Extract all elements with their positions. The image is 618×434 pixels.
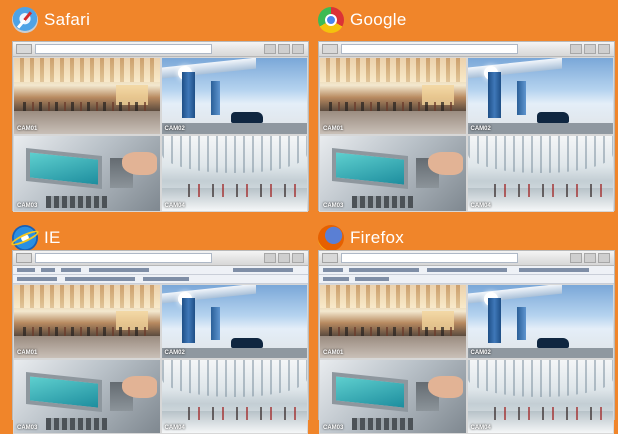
camera-feed-1[interactable]: CAM01 (14, 58, 160, 134)
browser-name: IE (44, 228, 61, 247)
camera-feed-1[interactable]: CAM01 (320, 285, 466, 358)
safari-header: Safari (12, 6, 90, 34)
camera-label: CAM04 (470, 203, 491, 209)
address-bar[interactable] (35, 44, 212, 54)
maximize-icon[interactable] (278, 253, 290, 263)
camera-grid: CAM01 CAM02 CAM03 CAM04 (13, 284, 308, 434)
firefox-quadrant: Firefox CAM01 CAM02 CAM03 CAM04 (318, 224, 615, 434)
window-controls (264, 253, 304, 263)
minimize-icon[interactable] (570, 44, 582, 54)
camera-label: CAM02 (470, 125, 491, 132)
browser-window: CAM01 CAM02 CAM03 CAM04 (318, 41, 615, 212)
camera-label: CAM04 (164, 425, 185, 431)
camera-label: CAM01 (17, 350, 38, 356)
browser-name: Google (350, 10, 407, 29)
toolbar (319, 251, 614, 266)
nav-buttons-icon[interactable] (322, 253, 338, 263)
maximize-icon[interactable] (584, 253, 596, 263)
camera-label: CAM02 (164, 125, 185, 132)
close-icon[interactable] (598, 253, 610, 263)
bookmarks-bar (319, 275, 614, 284)
close-icon[interactable] (292, 253, 304, 263)
camera-label: CAM03 (323, 425, 344, 431)
camera-label: CAM01 (323, 125, 344, 132)
firefox-logo-icon (318, 225, 344, 251)
maximize-icon[interactable] (584, 44, 596, 54)
menu-bar (13, 266, 308, 275)
address-bar[interactable] (35, 253, 212, 263)
maximize-icon[interactable] (278, 44, 290, 54)
nav-buttons-icon[interactable] (16, 253, 32, 263)
browser-name: Firefox (350, 228, 405, 247)
camera-label: CAM02 (470, 350, 491, 356)
camera-label: CAM01 (323, 350, 344, 356)
ie-logo-icon (12, 225, 38, 251)
nav-buttons-icon[interactable] (322, 44, 338, 54)
camera-feed-3[interactable]: CAM03 (14, 360, 160, 433)
camera-label: CAM04 (470, 425, 491, 431)
window-controls (570, 44, 610, 54)
bookmarks-bar (13, 275, 308, 284)
chrome-logo-icon (318, 7, 344, 33)
address-bar[interactable] (341, 253, 518, 263)
minimize-icon[interactable] (264, 253, 276, 263)
camera-label: CAM01 (17, 125, 38, 132)
camera-feed-4[interactable]: CAM04 (161, 135, 307, 211)
address-bar[interactable] (341, 44, 518, 54)
camera-feed-4[interactable]: CAM04 (467, 360, 613, 433)
close-icon[interactable] (292, 44, 304, 54)
camera-feed-2[interactable]: CAM02 (161, 285, 307, 358)
minimize-icon[interactable] (264, 44, 276, 54)
browser-window: CAM01 CAM02 CAM03 CAM04 (318, 250, 615, 434)
browser-window: CAM01 CAM02 CAM03 CAM04 (12, 250, 309, 434)
safari-logo-icon (12, 7, 38, 33)
google-header: Google (318, 6, 407, 34)
camera-label: CAM03 (17, 203, 38, 209)
close-icon[interactable] (598, 44, 610, 54)
camera-grid: CAM01 CAM02 CAM03 CAM04 (319, 284, 614, 434)
ie-quadrant: IE CAM01 CAM02 CAM03 CAM04 (12, 224, 309, 434)
camera-feed-2[interactable]: CAM02 (161, 58, 307, 134)
minimize-icon[interactable] (570, 253, 582, 263)
camera-label: CAM04 (164, 203, 185, 209)
camera-grid: CAM01 CAM02 CAM03 CAM04 (319, 57, 614, 212)
camera-label: CAM03 (17, 425, 38, 431)
camera-feed-2[interactable]: CAM02 (467, 285, 613, 358)
camera-feed-3[interactable]: CAM03 (14, 135, 160, 211)
camera-feed-3[interactable]: CAM03 (320, 135, 466, 211)
nav-buttons-icon[interactable] (16, 44, 32, 54)
camera-label: CAM03 (323, 203, 344, 209)
window-controls (570, 253, 610, 263)
browser-name: Safari (44, 10, 91, 29)
camera-feed-1[interactable]: CAM01 (320, 58, 466, 134)
toolbar (13, 251, 308, 266)
google-quadrant: Google CAM01 CAM02 CAM03 CAM04 (318, 6, 615, 212)
camera-grid: CAM01 CAM02 CAM03 CAM04 (13, 57, 308, 212)
safari-quadrant: Safari CAM01 CAM02 CAM03 CAM04 (12, 6, 309, 212)
camera-feed-2[interactable]: CAM02 (467, 58, 613, 134)
camera-feed-1[interactable]: CAM01 (14, 285, 160, 358)
menu-bar (319, 266, 614, 275)
camera-label: CAM02 (164, 350, 185, 356)
toolbar (319, 42, 614, 57)
browser-window: CAM01 CAM02 CAM03 CAM04 (12, 41, 309, 212)
toolbar (13, 42, 308, 57)
ie-header: IE (12, 224, 61, 252)
firefox-header: Firefox (318, 224, 404, 252)
camera-feed-4[interactable]: CAM04 (161, 360, 307, 433)
camera-feed-3[interactable]: CAM03 (320, 360, 466, 433)
camera-feed-4[interactable]: CAM04 (467, 135, 613, 211)
window-controls (264, 44, 304, 54)
